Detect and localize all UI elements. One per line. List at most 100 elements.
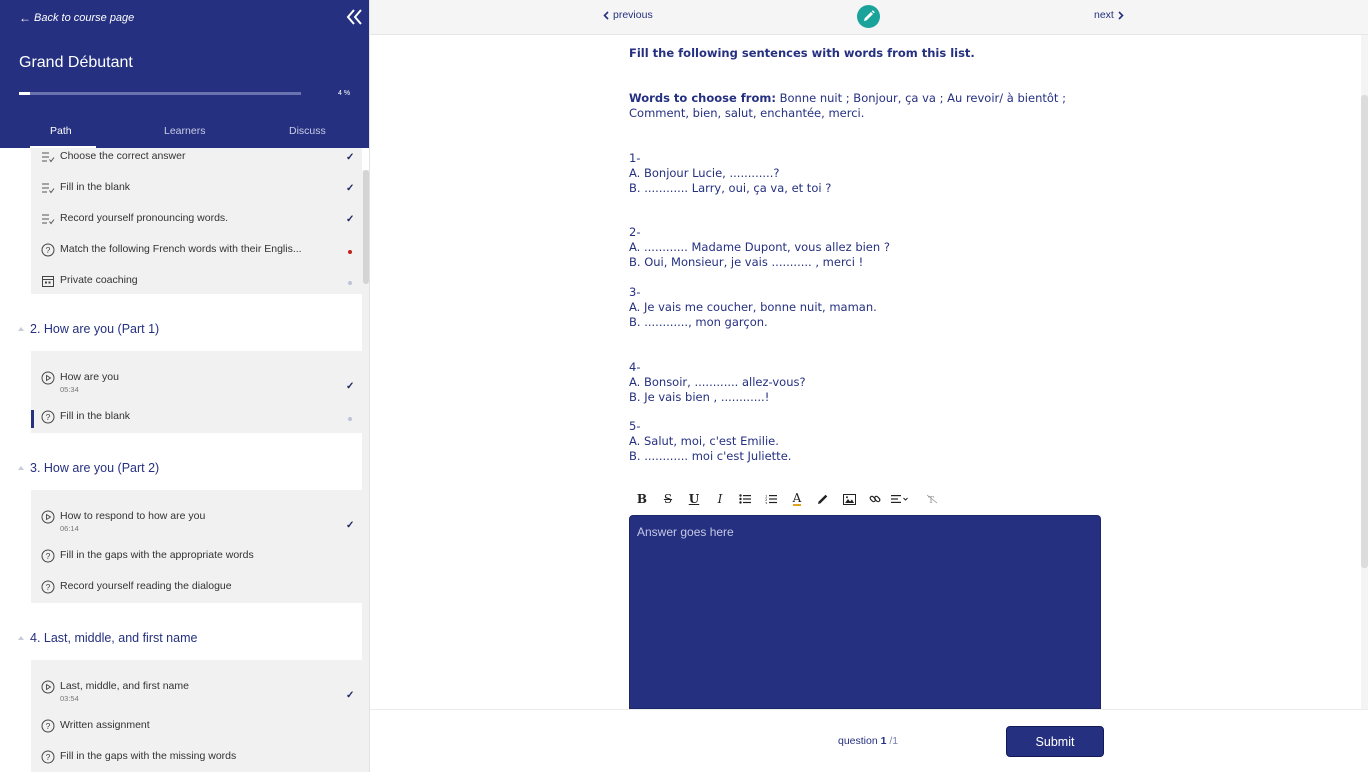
sentence-line: B. Je vais bien , ............! (629, 390, 770, 404)
lesson-item-record-yourself-reading-the-dialogue[interactable]: ? Record yourself reading the dialogue (31, 574, 362, 604)
collapse-caret-icon[interactable] (18, 636, 24, 640)
previous-label: previous (613, 9, 653, 21)
question-number: 1- (629, 151, 641, 165)
lesson-item-title: Last, middle, and first name (60, 680, 189, 692)
word-list-line-1: Bonne nuit ; Bonjour, ça va ; Au revoir/… (775, 91, 1066, 105)
lesson-item-duration: 03:54 (60, 694, 79, 703)
clear-format-button[interactable]: T (922, 489, 942, 509)
checklist-icon (41, 212, 55, 226)
bold-button[interactable]: B (632, 489, 652, 509)
lesson-item-title: How to respond to how are you (60, 510, 206, 522)
bullet-list-button[interactable] (735, 489, 755, 509)
content-scroll-thumb[interactable] (1361, 95, 1368, 568)
back-to-course-label: Back to course page (34, 12, 135, 24)
lesson-item-written-assignment[interactable]: ? Written assignment (31, 713, 362, 743)
next-link[interactable]: next (1094, 9, 1124, 21)
question-icon: ? (41, 580, 55, 594)
lesson-item-fill-in-the-gaps-with-the-missing-words[interactable]: ? Fill in the gaps with the missing words (31, 744, 362, 772)
sentence-line: A. Bonsoir, ............ allez-vous? (629, 375, 806, 389)
sidebar-scrollbar[interactable] (362, 170, 369, 772)
sentence-line: B. ............ Larry, oui, ça va, et to… (629, 181, 832, 195)
question-current: 1 (880, 735, 887, 747)
active-tab-indicator (30, 146, 96, 148)
course-progress-fill (19, 92, 31, 95)
lesson-item-how-to-respond-to-how-are-you[interactable]: How to respond to how are you 06:14 ✓ (31, 504, 362, 534)
lesson-item-record-yourself-pronouncing-words[interactable]: Record yourself pronouncing words. ✓ (31, 206, 362, 236)
tab-path[interactable]: Path (50, 125, 72, 137)
align-button[interactable] (890, 489, 910, 509)
highlight-button[interactable] (813, 489, 833, 509)
question-footer: question 1 /1 Submit (370, 709, 1368, 772)
lesson-item-title: Fill in the blank (60, 181, 131, 193)
svg-text:?: ? (46, 752, 51, 762)
question-icon: ? (41, 750, 55, 764)
lesson-item-title: Fill in the blank (60, 410, 131, 422)
question-icon: ? (41, 719, 55, 733)
sidebar-scroll-thumb[interactable] (363, 170, 369, 284)
lesson-item-title: Private coaching (60, 274, 138, 286)
lesson-card: How to respond to how are you 06:14 ✓? Fill… (31, 490, 362, 603)
sentence-line: B. ............, mon garçon. (629, 315, 768, 329)
section-title[interactable]: 2. How are you (Part 1) (30, 322, 159, 336)
lesson-item-choose-the-correct-answer[interactable]: Choose the correct answer ✓ (31, 144, 362, 174)
course-progress-bar (19, 92, 301, 95)
editor-toolbar: BSUI 123 A T (629, 489, 949, 509)
svg-text:?: ? (46, 245, 51, 255)
lesson-item-duration: 05:34 (60, 385, 79, 394)
pending-dot-icon (348, 281, 352, 285)
question-content: Fill the following sentences with words … (370, 35, 1368, 709)
lesson-item-private-coaching[interactable]: Private coaching (31, 268, 362, 298)
tab-discuss[interactable]: Discuss (289, 125, 326, 137)
lesson-item-how-are-you[interactable]: How are you 05:34 ✓ (31, 365, 362, 395)
completed-check-icon: ✓ (346, 381, 355, 392)
edit-button[interactable] (857, 5, 880, 28)
lesson-item-duration: 06:14 (60, 524, 79, 533)
chevron-right-icon (1118, 10, 1124, 20)
course-progress-percent: 4 % (338, 90, 351, 97)
underline-button[interactable]: U (684, 489, 704, 509)
completed-check-icon: ✓ (346, 183, 355, 194)
collapse-caret-icon[interactable] (18, 327, 24, 331)
lesson-item-fill-in-the-blank[interactable]: Fill in the blank ✓ (31, 175, 362, 205)
svg-text:?: ? (46, 551, 51, 561)
sentence-line: A. ............ Madame Dupont, vous alle… (629, 240, 890, 254)
sentence-line: A. Je vais me coucher, bonne nuit, maman… (629, 300, 877, 314)
pencil-icon (864, 10, 875, 21)
lesson-item-last-middle-and-first-name[interactable]: Last, middle, and first name 03:54 ✓ (31, 674, 362, 704)
section-title[interactable]: 3. How are you (Part 2) (30, 461, 159, 475)
strikethrough-button[interactable]: S (658, 489, 678, 509)
content-scrollbar[interactable] (1361, 35, 1368, 709)
text-color-button[interactable]: A (787, 489, 807, 509)
back-to-course-link[interactable]: ← Back to course page (19, 11, 134, 25)
svg-text:?: ? (46, 582, 51, 592)
collapse-caret-icon[interactable] (18, 466, 24, 470)
question-number: 4- (629, 360, 641, 374)
link-button[interactable] (865, 489, 885, 509)
svg-text:?: ? (46, 412, 51, 422)
lesson-item-title: Written assignment (60, 719, 150, 731)
lesson-item-fill-in-the-blank[interactable]: ? Fill in the blank (31, 404, 362, 434)
course-title: Grand Débutant (19, 54, 133, 71)
image-button[interactable] (839, 489, 859, 509)
submit-button[interactable]: Submit (1006, 726, 1104, 757)
previous-link[interactable]: previous (603, 9, 653, 21)
sentence-line: B. Oui, Monsieur, je vais ........... , … (629, 255, 864, 269)
lesson-item-title: Fill in the gaps with the missing words (60, 750, 237, 762)
word-list: Words to choose from: Bonne nuit ; Bonjo… (629, 91, 1066, 106)
italic-button[interactable]: I (710, 489, 730, 509)
section-title[interactable]: 4. Last, middle, and first name (30, 631, 197, 645)
numbered-list-button[interactable]: 123 (761, 489, 781, 509)
checklist-icon (41, 181, 55, 195)
sentence-line: B. ............ moi c'est Juliette. (629, 449, 792, 463)
answer-input[interactable] (630, 516, 1100, 708)
lesson-item-title: Match the following French words with th… (60, 243, 302, 255)
tab-learners[interactable]: Learners (164, 125, 205, 137)
play-icon (41, 680, 55, 694)
pending-dot-icon (348, 417, 352, 421)
lesson-item-fill-in-the-gaps-with-the-appropriate-words[interactable]: ? Fill in the gaps with the appropriate w… (31, 543, 362, 573)
lesson-item-title: Record yourself reading the dialogue (60, 580, 232, 592)
collapse-sidebar-icon[interactable] (346, 8, 364, 26)
svg-text:3: 3 (765, 500, 768, 504)
sidebar-tabs: Path Learners Discuss (0, 118, 369, 148)
lesson-item-match-the-following-french-words-with-their-englis[interactable]: ? Match the following French words with t… (31, 237, 362, 267)
